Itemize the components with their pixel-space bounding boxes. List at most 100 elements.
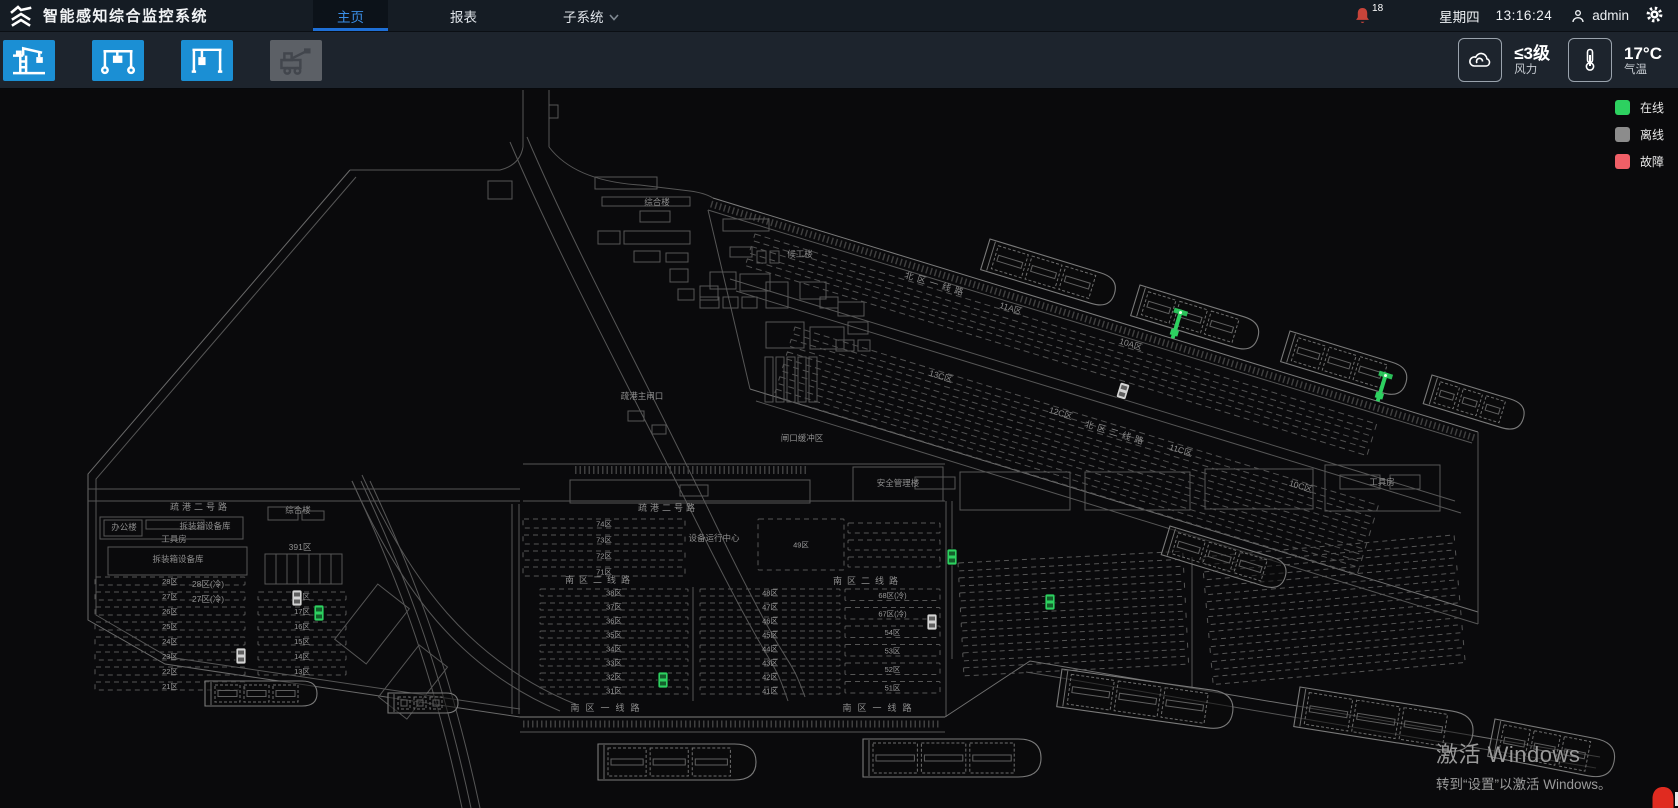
vehicle-marker[interactable] (236, 648, 246, 664)
svg-text:南区一线路: 南区一线路 (842, 702, 917, 713)
tab-subsystems[interactable]: 子系统 (539, 0, 643, 31)
svg-text:48区: 48区 (762, 589, 778, 598)
vehicle-marker[interactable] (292, 590, 302, 606)
svg-text:27区: 27区 (162, 592, 178, 601)
svg-text:候工楼: 候工楼 (787, 249, 813, 259)
temperature-label: 气温 (1624, 63, 1662, 77)
svg-text:46区: 46区 (762, 617, 778, 626)
svg-text:68区(冷): 68区(冷) (878, 590, 907, 600)
svg-text:67区(冷): 67区(冷) (878, 608, 907, 618)
svg-text:45区: 45区 (762, 631, 778, 640)
svg-text:安全管理楼: 安全管理楼 (877, 478, 920, 488)
clock-text: 13:16:24 (1496, 8, 1553, 23)
vehicle-marker[interactable] (1116, 382, 1130, 400)
user-menu[interactable]: admin (1570, 8, 1629, 24)
tab-reports[interactable]: 报表 (426, 0, 501, 31)
quay-crane-icon (10, 44, 48, 76)
svg-text:15区: 15区 (294, 637, 310, 646)
svg-text:47区: 47区 (762, 603, 778, 612)
svg-text:38区: 38区 (606, 589, 622, 598)
top-navbar: 智能感知综合监控系统 主页 报表 子系统 18 (0, 0, 1678, 32)
svg-text:17区: 17区 (294, 607, 310, 616)
svg-text:21区: 21区 (162, 682, 178, 691)
ship (981, 239, 1119, 309)
ship (1057, 669, 1236, 731)
svg-text:疏港主闸口: 疏港主闸口 (621, 391, 664, 401)
svg-text:34区: 34区 (606, 645, 622, 654)
svg-text:41区: 41区 (762, 687, 778, 696)
username-text: admin (1592, 8, 1629, 23)
gear-icon (1645, 5, 1664, 24)
svg-text:22区: 22区 (162, 667, 178, 676)
svg-text:10A区: 10A区 (1118, 336, 1144, 353)
corner-alert-bell-icon[interactable] (1643, 783, 1678, 808)
chevron-down-icon (609, 9, 619, 24)
online-swatch (1615, 100, 1630, 115)
svg-text:综合楼: 综合楼 (285, 505, 311, 515)
bell-icon (1354, 6, 1371, 25)
legend-fault: 故障 (1615, 153, 1664, 170)
wind-value: ≤3级 (1514, 44, 1550, 63)
svg-text:25区: 25区 (162, 622, 178, 631)
ship (1423, 375, 1527, 433)
vehicle-marker[interactable] (658, 672, 668, 688)
svg-text:391区: 391区 (289, 542, 312, 552)
svg-text:疏港二号路: 疏港二号路 (638, 502, 698, 513)
svg-text:42区: 42区 (762, 673, 778, 682)
svg-text:72区: 72区 (596, 552, 612, 561)
ship (388, 693, 458, 713)
svg-text:74区: 74区 (596, 520, 612, 529)
svg-text:综合楼: 综合楼 (644, 197, 670, 207)
tab-home[interactable]: 主页 (313, 0, 388, 31)
svg-text:44区: 44区 (762, 645, 778, 654)
svg-text:26区: 26区 (162, 607, 178, 616)
port-map-canvas[interactable]: 28区27区26区25区24区23区22区21区18区17区16区15区14区1… (0, 89, 1678, 808)
svg-text:24区: 24区 (162, 637, 178, 646)
settings-gear-button[interactable] (1645, 5, 1664, 27)
alarm-count-badge: 18 (1372, 3, 1383, 14)
ship (1488, 719, 1618, 780)
reach-stacker-filter-button[interactable] (270, 40, 322, 81)
svg-text:53区: 53区 (885, 646, 901, 655)
wind-label: 风力 (1514, 63, 1550, 77)
svg-text:31区: 31区 (606, 687, 622, 696)
status-legend: 在线 离线 故障 (1615, 99, 1664, 170)
ship (205, 681, 317, 706)
svg-text:36区: 36区 (606, 617, 622, 626)
rmg-crane-icon (188, 44, 226, 76)
svg-text:疏港二号路: 疏港二号路 (170, 501, 230, 512)
svg-text:南区二线路: 南区二线路 (833, 575, 903, 586)
cloud-icon (1467, 49, 1493, 71)
svg-text:南区一线路: 南区一线路 (570, 702, 645, 713)
rtg-crane-filter-button[interactable] (92, 40, 144, 81)
svg-text:16区: 16区 (294, 622, 310, 631)
wind-group: ≤3级 风力 (1458, 38, 1550, 82)
alarm-bell-button[interactable]: 18 (1354, 6, 1383, 25)
svg-text:北区二线路: 北区二线路 (1083, 418, 1148, 448)
svg-text:设备运行中心: 设备运行中心 (688, 533, 740, 543)
offline-swatch (1615, 127, 1630, 142)
weekday-text: 星期四 (1439, 6, 1480, 26)
rmg-crane-filter-button[interactable] (181, 40, 233, 81)
svg-text:27区(冷): 27区(冷) (192, 594, 224, 604)
ship (1281, 331, 1411, 398)
reach-stacker-icon (277, 44, 315, 76)
monitoring-app: 智能感知综合监控系统 主页 报表 子系统 18 (0, 0, 1678, 806)
ship (1131, 285, 1263, 353)
app-title: 智能感知综合监控系统 (43, 5, 208, 26)
navbar-right: 18 星期四 13:16:24 admin (1354, 0, 1678, 31)
thermometer-icon (1579, 47, 1601, 73)
svg-text:28区(冷): 28区(冷) (192, 579, 224, 589)
vehicle-marker[interactable] (314, 605, 324, 621)
quay-crane-filter-button[interactable] (3, 40, 55, 81)
equipment-filter-buttons (0, 40, 359, 81)
wind-box (1458, 38, 1502, 82)
ships-layer (205, 239, 1618, 780)
svg-text:闸口缓冲区: 闸口缓冲区 (781, 433, 824, 443)
ship (598, 744, 756, 780)
vehicle-marker[interactable] (947, 549, 957, 565)
svg-text:南区二线路: 南区二线路 (565, 574, 635, 585)
legend-online: 在线 (1615, 99, 1664, 116)
vehicle-marker[interactable] (1045, 594, 1055, 610)
vehicle-marker[interactable] (927, 614, 937, 630)
